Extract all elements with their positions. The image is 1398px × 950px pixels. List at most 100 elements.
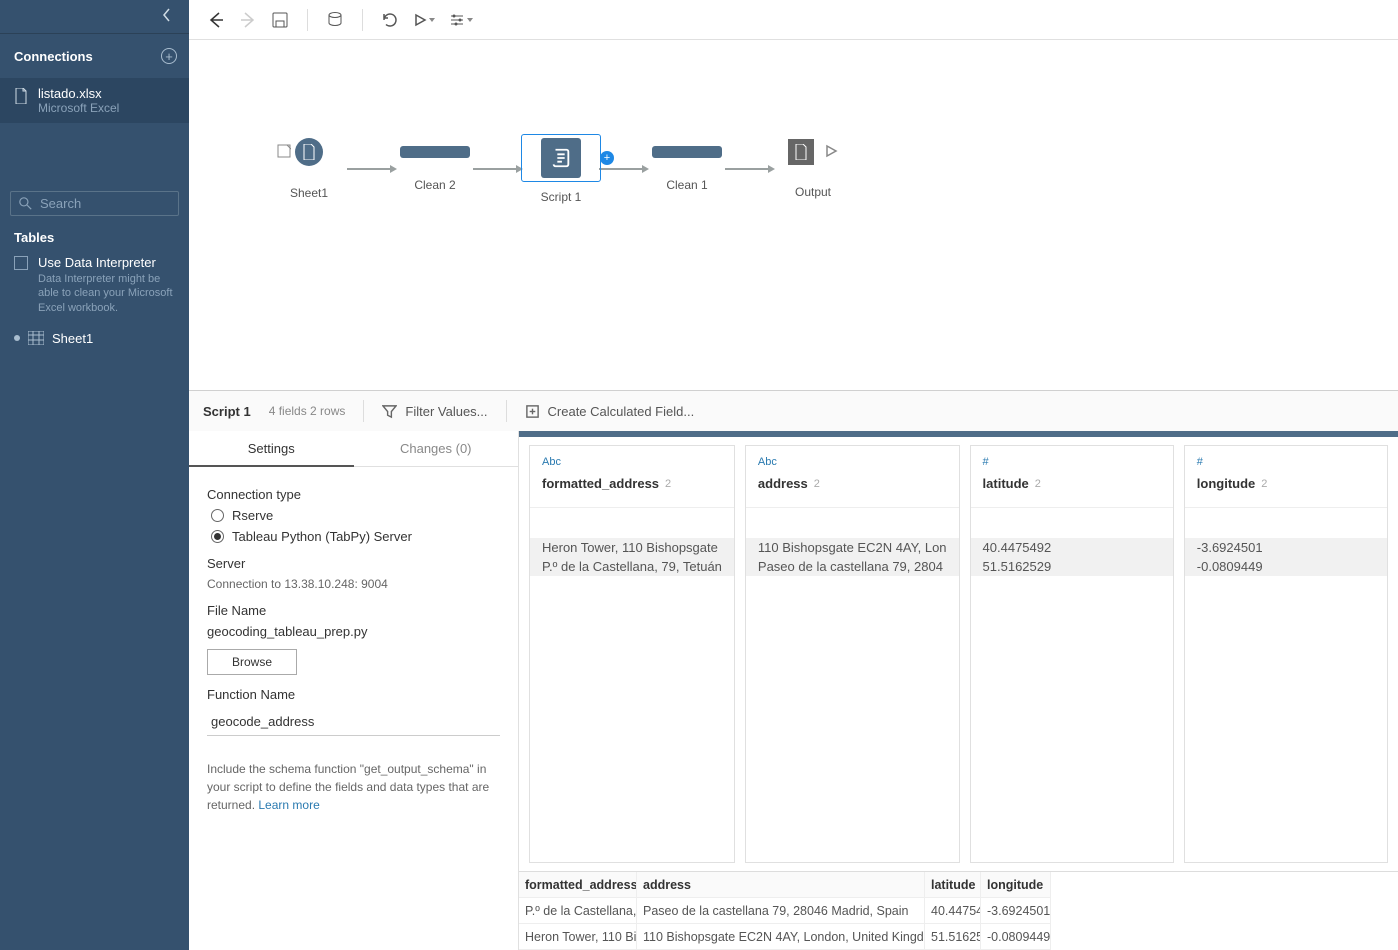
data-preview: Abc formatted_address 2 Heron Tower, 110 Bi… — [519, 431, 1398, 950]
connection-item[interactable]: listado.xlsx Microsoft Excel — [0, 78, 189, 123]
function-name-input[interactable]: geocode_address — [207, 708, 500, 736]
filter-values-button[interactable]: Filter Values... — [382, 404, 487, 419]
browse-button[interactable]: Browse — [207, 649, 297, 675]
table-header-cell: latitude — [925, 872, 981, 898]
table-cell: Heron Tower, 110 Bis — [519, 924, 637, 950]
tables-label: Tables — [0, 216, 189, 255]
interpreter-title: Use Data Interpreter — [38, 255, 175, 270]
node-label: Clean 2 — [414, 178, 455, 192]
column-type: # — [983, 456, 1161, 468]
column-count: 2 — [665, 478, 671, 490]
forward-button[interactable] — [239, 11, 257, 29]
table-cell: -0.0809449 — [981, 924, 1051, 950]
column-cell: -3.6924501 — [1185, 538, 1387, 557]
refresh-button[interactable] — [381, 11, 399, 29]
back-button[interactable] — [207, 11, 225, 29]
column-cell: 51.5162529 — [971, 557, 1173, 576]
table-header-cell: formatted_address — [519, 872, 637, 898]
connection-type-label: Connection type — [207, 487, 500, 502]
column-cell: P.º de la Castellana, 79, Tetuán — [530, 557, 734, 576]
table-row[interactable]: Heron Tower, 110 Bis110 Bishopsgate EC2N… — [519, 924, 1398, 950]
run-button[interactable] — [413, 13, 435, 27]
column-card[interactable]: Abcaddress2110 Bishopsgate EC2N 4AY, Lon… — [745, 445, 960, 863]
radio-tabpy[interactable]: Tableau Python (TabPy) Server — [211, 529, 500, 544]
tab-settings[interactable]: Settings — [189, 431, 354, 467]
data-button[interactable] — [326, 11, 344, 29]
filter-icon — [382, 404, 397, 419]
flow-row: Sheet1 Clean 2 + Script 1 — [269, 134, 853, 204]
run-output-icon[interactable] — [824, 144, 838, 161]
node-label: Sheet1 — [290, 186, 328, 200]
save-button[interactable] — [271, 11, 289, 29]
column-type: Abc — [542, 456, 722, 468]
search-placeholder: Search — [40, 196, 81, 211]
column-name: formatted_address — [542, 476, 659, 491]
server-label: Server — [207, 556, 500, 571]
add-step-icon[interactable]: + — [600, 151, 614, 165]
search-icon — [19, 197, 32, 210]
connection-file-name: listado.xlsx — [38, 86, 175, 101]
sidebar-collapse-bar — [0, 0, 189, 34]
server-value: Connection to 13.38.10.248: 9004 — [207, 577, 500, 591]
column-cell: Paseo de la castellana 79, 2804 — [746, 557, 959, 576]
add-connection-icon[interactable]: + — [161, 48, 177, 64]
table-row[interactable]: P.º de la Castellana, 7Paseo de la caste… — [519, 898, 1398, 924]
interpreter-block: Use Data Interpreter Data Interpreter mi… — [0, 255, 189, 327]
tab-changes[interactable]: Changes (0) — [354, 431, 519, 467]
table-cell: 51.51625 — [925, 924, 981, 950]
table-header-cell: longitude — [981, 872, 1051, 898]
panel-meta: 4 fields 2 rows — [269, 404, 346, 418]
column-card[interactable]: #longitude2-3.6924501-0.0809449 — [1184, 445, 1388, 863]
table-header-row: formatted_addressaddresslatitudelongitud… — [519, 872, 1398, 898]
column-count: 2 — [1035, 478, 1041, 490]
column-count: 2 — [814, 478, 820, 490]
column-card[interactable]: Abcformatted_address2Heron Tower, 110 Bi… — [529, 445, 735, 863]
flow-node-sheet1[interactable]: Sheet1 — [269, 138, 349, 200]
settings-button[interactable] — [449, 12, 473, 28]
table-item[interactable]: Sheet1 — [0, 327, 189, 350]
collapse-icon[interactable] — [163, 8, 171, 25]
table-cell: P.º de la Castellana, 7 — [519, 898, 637, 924]
file-icon — [14, 88, 28, 104]
toolbar — [189, 0, 1398, 40]
connections-label: Connections — [14, 49, 93, 64]
learn-more-link[interactable]: Learn more — [258, 798, 319, 812]
search-input[interactable]: Search — [10, 191, 179, 216]
interpreter-checkbox[interactable] — [14, 256, 28, 270]
connection-icon — [277, 144, 291, 161]
flow-node-clean1[interactable]: Clean 1 — [647, 146, 727, 192]
column-name: latitude — [983, 476, 1029, 491]
panel-title: Script 1 — [203, 404, 251, 419]
settings-pane: Settings Changes (0) Connection type Rse… — [189, 431, 519, 950]
flow-node-script1[interactable]: + Script 1 — [521, 134, 601, 204]
column-count: 2 — [1261, 478, 1267, 490]
radio-rserve[interactable]: Rserve — [211, 508, 500, 523]
node-label: Script 1 — [541, 190, 582, 204]
table-cell: Paseo de la castellana 79, 28046 Madrid,… — [637, 898, 925, 924]
table-cell: 110 Bishopsgate EC2N 4AY, London, United… — [637, 924, 925, 950]
schema-note: Include the schema function "get_output_… — [207, 760, 500, 814]
create-calc-field-button[interactable]: Create Calculated Field... — [525, 404, 695, 419]
connections-header: Connections + — [0, 34, 189, 78]
sidebar: Connections + listado.xlsx Microsoft Exc… — [0, 0, 189, 950]
flow-node-clean2[interactable]: Clean 2 — [395, 146, 475, 192]
chevron-down-icon — [467, 18, 473, 22]
column-name: address — [758, 476, 808, 491]
column-name: longitude — [1197, 476, 1256, 491]
node-label: Clean 1 — [666, 178, 707, 192]
flow-canvas[interactable]: Sheet1 Clean 2 + Script 1 — [189, 40, 1398, 390]
table-item-label: Sheet1 — [52, 331, 93, 346]
column-type: # — [1197, 456, 1375, 468]
chevron-down-icon — [429, 18, 435, 22]
node-label: Output — [795, 185, 831, 199]
file-value: geocoding_tableau_prep.py — [207, 624, 500, 639]
flow-node-output[interactable]: Output — [773, 139, 853, 199]
data-table: formatted_addressaddresslatitudelongitud… — [519, 871, 1398, 950]
table-cell: 40.44754 — [925, 898, 981, 924]
column-card[interactable]: #latitude240.447549251.5162529 — [970, 445, 1174, 863]
interpreter-desc: Data Interpreter might be able to clean … — [38, 272, 175, 315]
calc-icon — [525, 404, 540, 419]
output-icon — [794, 144, 808, 160]
table-header-cell: address — [637, 872, 925, 898]
file-label: File Name — [207, 603, 500, 618]
